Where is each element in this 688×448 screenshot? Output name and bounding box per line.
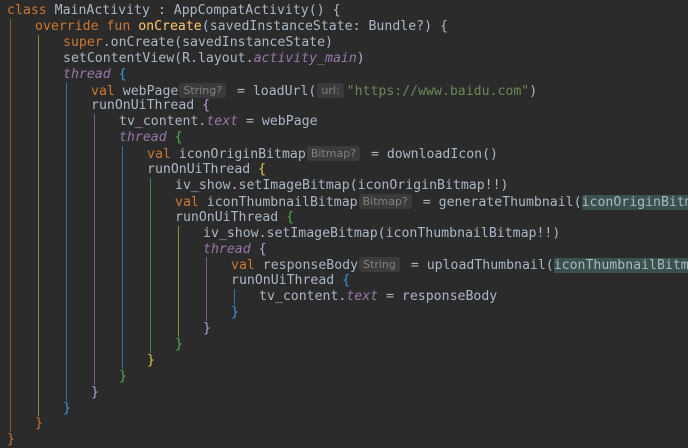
indent-guide <box>206 257 207 321</box>
string-literal: "https://www.baidu.com" <box>346 83 530 99</box>
brace: { <box>110 66 127 82</box>
indent-guide <box>10 18 11 433</box>
brace: { <box>250 162 267 177</box>
property: activity_main <box>253 50 357 66</box>
keyword: val <box>175 194 199 210</box>
code-line[interactable]: val iconOriginBitmap Bitmap? = downloadIc… <box>147 146 498 162</box>
closing-brace: } <box>203 321 211 336</box>
code-line[interactable]: override fun onCreate(savedInstanceState… <box>35 19 448 35</box>
code-line[interactable]: val webPage String? = loadUrl(url: "https:… <box>91 82 538 99</box>
code-text: .onCreate(savedInstanceState) <box>102 34 333 50</box>
thread-call: thread <box>203 241 251 257</box>
keyword: val <box>147 147 171 163</box>
code-text: runOnUiThread <box>175 209 279 225</box>
indent-guide <box>66 82 67 401</box>
code-line[interactable]: runOnUiThread { <box>231 273 350 289</box>
code-line[interactable]: thread { <box>203 242 267 258</box>
code-line[interactable]: tv_content.text = webPage <box>119 114 318 130</box>
code-text: = webPage <box>238 114 318 130</box>
indent-guide <box>122 146 123 369</box>
type-hint: String? <box>179 82 227 98</box>
code-text: (savedInstanceState: Bundle?) { <box>201 18 448 34</box>
type-hint: Bitmap? <box>306 146 361 162</box>
type-hint: String <box>359 257 400 273</box>
brace: { <box>334 273 351 289</box>
code-text: runOnUiThread <box>91 98 195 114</box>
code-text: = uploadThumbnail( <box>402 258 554 274</box>
keyword: val <box>91 83 115 99</box>
code-text: () { <box>308 3 341 18</box>
parent-class: AppCompatActivity <box>173 3 309 18</box>
thread-call: thread <box>63 66 111 82</box>
brace: { <box>166 130 183 146</box>
class-name: MainActivity <box>54 3 150 18</box>
property: text <box>206 114 239 130</box>
code-line[interactable]: tv_content.text = responseBody <box>259 289 497 305</box>
code-text: runOnUiThread <box>231 273 335 289</box>
code-line[interactable]: class MainActivity : AppCompatActivity()… <box>7 3 341 19</box>
keyword: class <box>7 3 47 18</box>
variable-name: iconThumbnailBitmap <box>198 194 358 210</box>
indent-guide <box>150 177 151 353</box>
brace: { <box>278 209 295 225</box>
function-name: onCreate <box>138 18 202 34</box>
thread-call: thread <box>119 130 167 146</box>
code-line[interactable]: thread { <box>63 67 127 83</box>
closing-brace: } <box>231 305 239 321</box>
type-hint: Bitmap? <box>358 193 412 209</box>
code-line[interactable]: runOnUiThread { <box>91 98 210 114</box>
closing-brace: } <box>119 368 127 384</box>
code-text: ) <box>529 83 538 99</box>
code-editor[interactable]: class MainActivity : AppCompatActivity()… <box>0 0 688 447</box>
property: text <box>346 289 379 305</box>
code-line[interactable]: setContentView(R.layout.activity_main) <box>63 51 365 67</box>
indent-guide <box>94 114 95 385</box>
code-text: iv_show.setImageBitmap(iconThumbnailBitm… <box>203 225 561 241</box>
code-text: : <box>149 3 174 18</box>
code-text: runOnUiThread <box>147 162 251 177</box>
brace: { <box>250 241 267 257</box>
indent-guide <box>38 34 39 417</box>
variable-name: iconOriginBitmap <box>170 147 306 163</box>
closing-brace: } <box>147 352 155 368</box>
code-line[interactable]: runOnUiThread { <box>175 210 294 226</box>
code-text: setContentView(R.layout. <box>63 50 254 66</box>
variable-name: webPage <box>114 83 179 99</box>
highlighted-identifier: iconThumbnailBitmap <box>553 258 688 274</box>
keyword: super <box>63 34 103 50</box>
code-line[interactable]: iv_show.setImageBitmap(iconOriginBitmap!… <box>175 178 508 194</box>
closing-brace: } <box>63 400 71 416</box>
highlighted-identifier: iconOriginBitmap <box>581 194 688 210</box>
closing-brace: } <box>175 336 183 352</box>
code-text: = responseBody <box>378 289 498 305</box>
code-text: = downloadIcon() <box>363 147 498 163</box>
code-text: = loadUrl( <box>229 83 317 99</box>
code-text: tv_content. <box>259 289 347 305</box>
code-line[interactable]: thread { <box>119 130 183 146</box>
keyword: override fun <box>35 18 131 34</box>
code-line[interactable]: super.onCreate(savedInstanceState) <box>63 35 333 51</box>
code-text: iv_show.setImageBitmap(iconOriginBitmap!… <box>175 177 509 193</box>
code-text: tv_content. <box>119 114 207 130</box>
code-line[interactable]: runOnUiThread { <box>147 162 266 178</box>
keyword: val <box>231 258 255 274</box>
indent-guide <box>178 225 179 337</box>
indent-guide <box>234 289 235 306</box>
code-line[interactable]: val responseBody String = uploadThumbnail… <box>231 257 688 274</box>
code-line[interactable]: iv_show.setImageBitmap(iconThumbnailBitm… <box>203 226 560 242</box>
code-text: ) <box>356 50 365 66</box>
variable-name: responseBody <box>254 258 359 274</box>
brace: { <box>194 98 211 114</box>
code-text: = generateThumbnail( <box>414 194 582 210</box>
code-line[interactable]: val iconThumbnailBitmap Bitmap? = generat… <box>175 193 688 210</box>
param-hint: url: <box>317 82 344 98</box>
closing-brace: } <box>35 416 43 432</box>
closing-brace: } <box>7 432 15 448</box>
closing-brace: } <box>91 384 99 400</box>
